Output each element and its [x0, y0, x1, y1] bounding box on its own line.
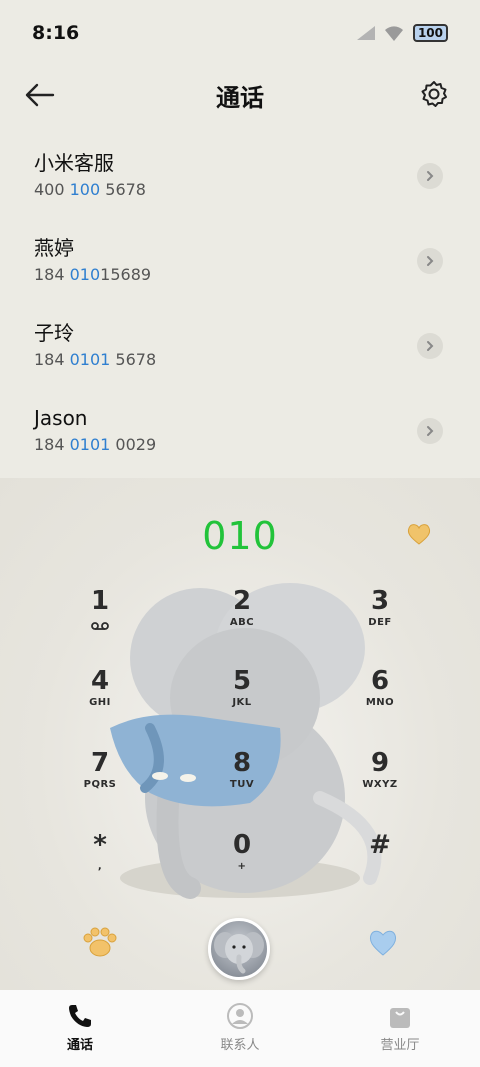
page-title: 通话 [216, 83, 264, 112]
dialer-panel: 010 1 2 ABC 3 DEF 4 GHI 5 JKL 6 MNO 7 PQ… [0, 478, 480, 990]
tab-calls[interactable]: 通话 [0, 990, 160, 1067]
contact-suggestion-list: 小米客服 400 100 5678 燕婷 184 01015689 子玲 184… [0, 138, 480, 478]
key-3[interactable]: 3 DEF [332, 586, 428, 650]
status-icons: 100 [356, 24, 448, 42]
bottom-tab-bar: 通话 联系人 营业厅 [0, 990, 480, 1067]
tab-label: 通话 [66, 1038, 93, 1053]
contact-name: 小米客服 [34, 151, 114, 175]
contact-row[interactable]: 燕婷 184 01015689 [0, 223, 480, 308]
contact-number: 184 01015689 [34, 265, 152, 284]
contact-name: 燕婷 [34, 236, 74, 260]
settings-gear-icon[interactable] [420, 80, 448, 108]
chevron-right-icon [427, 171, 434, 181]
contact-detail-button[interactable] [417, 163, 443, 189]
contact-detail-button[interactable] [417, 248, 443, 274]
key-2[interactable]: 2 ABC [194, 586, 290, 650]
status-time: 8:16 [32, 22, 80, 44]
key-4[interactable]: 4 GHI [52, 666, 148, 730]
gem-heart-icon[interactable] [366, 926, 400, 958]
contact-number: 184 0101 5678 [34, 350, 157, 369]
key-star[interactable]: * , [52, 830, 148, 894]
key-8[interactable]: 8 TUV [194, 748, 290, 812]
contact-row[interactable]: 小米客服 400 100 5678 [0, 138, 480, 223]
key-5[interactable]: 5 JKL [194, 666, 290, 730]
tab-label: 营业厅 [380, 1038, 420, 1053]
key-hash[interactable]: # [332, 830, 428, 894]
contact-name: Jason [34, 406, 88, 430]
paw-icon[interactable] [80, 924, 120, 960]
bag-icon [390, 1008, 410, 1028]
chevron-right-icon [427, 426, 434, 436]
person-icon [227, 1003, 253, 1029]
key-9[interactable]: 9 WXYZ [332, 748, 428, 812]
elephant-avatar-icon [214, 932, 264, 974]
key-6[interactable]: 6 MNO [332, 666, 428, 730]
tab-contacts[interactable]: 联系人 [160, 990, 320, 1067]
key-0[interactable]: 0 + [194, 830, 290, 894]
chevron-right-icon [427, 256, 434, 266]
chevron-right-icon [427, 341, 434, 351]
cellular-signal-icon [356, 26, 375, 40]
key-1[interactable]: 1 [52, 586, 148, 650]
heart-icon[interactable] [406, 522, 432, 546]
key-7[interactable]: 7 PQRS [52, 748, 148, 812]
header: 通话 [0, 66, 480, 124]
contact-row[interactable]: 子玲 184 0101 5678 [0, 308, 480, 393]
contact-number: 184 0101 0029 [34, 435, 157, 454]
contact-detail-button[interactable] [417, 418, 443, 444]
phone-icon [69, 1005, 91, 1027]
dialer-actions [0, 904, 480, 984]
status-bar: 8:16 100 [0, 0, 480, 66]
voicemail-icon [91, 622, 109, 630]
tab-label: 联系人 [220, 1038, 260, 1053]
contact-detail-button[interactable] [417, 333, 443, 359]
contact-number: 400 100 5678 [34, 180, 146, 199]
contact-name: 子玲 [34, 321, 74, 345]
contact-row[interactable]: Jason 184 0101 0029 [0, 393, 480, 478]
tab-service-hall[interactable]: 营业厅 [320, 990, 480, 1067]
back-arrow-icon[interactable] [24, 80, 56, 110]
call-button[interactable] [208, 918, 270, 980]
wifi-icon [384, 26, 403, 41]
battery-indicator: 100 [412, 24, 448, 42]
